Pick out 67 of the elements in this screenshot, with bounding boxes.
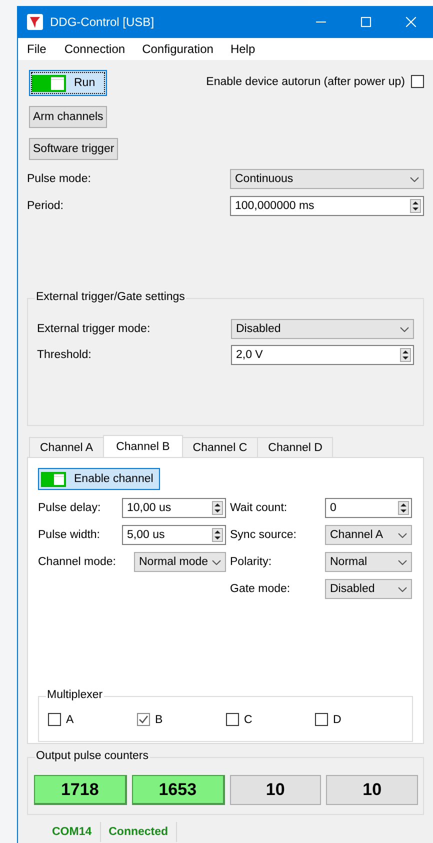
toggle-button[interactable]: Enable channel	[38, 468, 160, 490]
status-text: Connected	[100, 822, 178, 842]
checkbox[interactable]	[137, 713, 150, 726]
field-label: Polarity:	[230, 556, 272, 568]
menu-item[interactable]: Configuration	[142, 42, 222, 56]
field-label: Wait count:	[230, 502, 288, 514]
dropdown[interactable]: Disabled	[325, 579, 412, 599]
chevron-icon	[212, 560, 221, 564]
group-title: Multiplexer	[46, 689, 104, 701]
checkbox-label: C	[244, 714, 252, 726]
counter-display: 1653	[132, 775, 224, 805]
checkbox-label: B	[155, 714, 163, 726]
window-title: DDG-Control [USB]	[50, 15, 154, 29]
app-logo-icon	[27, 14, 43, 30]
chevron-icon	[410, 176, 419, 182]
field-label: External trigger mode:	[37, 323, 150, 335]
field-label: Pulse mode:	[27, 173, 91, 185]
chevron-icon	[398, 586, 407, 592]
dropdown[interactable]: Normal	[325, 552, 412, 572]
spin-arrows-icon	[410, 199, 421, 213]
checkbox[interactable]	[48, 713, 61, 726]
chevron-icon	[398, 560, 407, 564]
push-button[interactable]: Software trigger	[29, 138, 118, 160]
field-label: Threshold:	[37, 349, 92, 361]
counter-display: 10	[230, 775, 322, 805]
tab[interactable]: Channel A	[29, 437, 104, 457]
spin-box[interactable]: 2,0 V	[231, 345, 414, 365]
spin-box[interactable]: 5,00 us	[122, 525, 226, 545]
maximize-icon	[360, 17, 370, 27]
field-label: Pulse width:	[38, 529, 100, 541]
checkbox[interactable]	[411, 75, 424, 88]
field-label: Channel mode:	[38, 556, 116, 568]
status-text: COM14	[44, 822, 101, 842]
field-label: Pulse delay:	[38, 502, 101, 514]
counter-display: 1718	[34, 775, 127, 805]
field-label: Period:	[27, 200, 64, 212]
checkbox[interactable]	[226, 713, 239, 726]
dropdown[interactable]: Continuous	[230, 169, 424, 189]
menu-item[interactable]: File	[27, 42, 56, 56]
checkbox-label: A	[66, 714, 74, 726]
spin-arrows-icon	[212, 501, 223, 515]
close-icon	[406, 17, 416, 27]
dropdown[interactable]: Disabled	[231, 319, 414, 339]
spin-box[interactable]: 0	[325, 498, 412, 518]
push-button[interactable]: Arm channels	[29, 106, 108, 128]
checkbox[interactable]	[315, 713, 328, 726]
menu-item[interactable]: Connection	[64, 42, 134, 56]
toggle-button[interactable]: Run	[29, 70, 107, 96]
field-label: Gate mode:	[230, 583, 290, 595]
group-title: External trigger/Gate settings	[35, 291, 186, 303]
chevron-icon	[400, 326, 409, 332]
spin-arrows-icon	[400, 348, 411, 362]
dropdown[interactable]: Channel A	[325, 525, 412, 545]
tab[interactable]: Channel D	[257, 437, 334, 457]
dropdown[interactable]: Normal mode	[134, 552, 226, 572]
checkbox-label: D	[333, 714, 342, 726]
spin-arrows-icon	[398, 501, 409, 515]
counter-display: 10	[326, 775, 418, 805]
menu-item[interactable]: Help	[230, 42, 264, 56]
checkbox-label: Enable device autorun (after power up)	[206, 76, 405, 88]
group-title: Output pulse counters	[35, 750, 150, 762]
field-label: Sync source:	[230, 529, 296, 541]
chevron-icon	[398, 532, 407, 538]
spin-arrows-icon	[212, 528, 223, 542]
spin-box[interactable]: 100,000000 ms	[230, 196, 424, 216]
tab[interactable]: Channel B	[103, 435, 183, 457]
spin-box[interactable]: 10,00 us	[122, 498, 226, 518]
